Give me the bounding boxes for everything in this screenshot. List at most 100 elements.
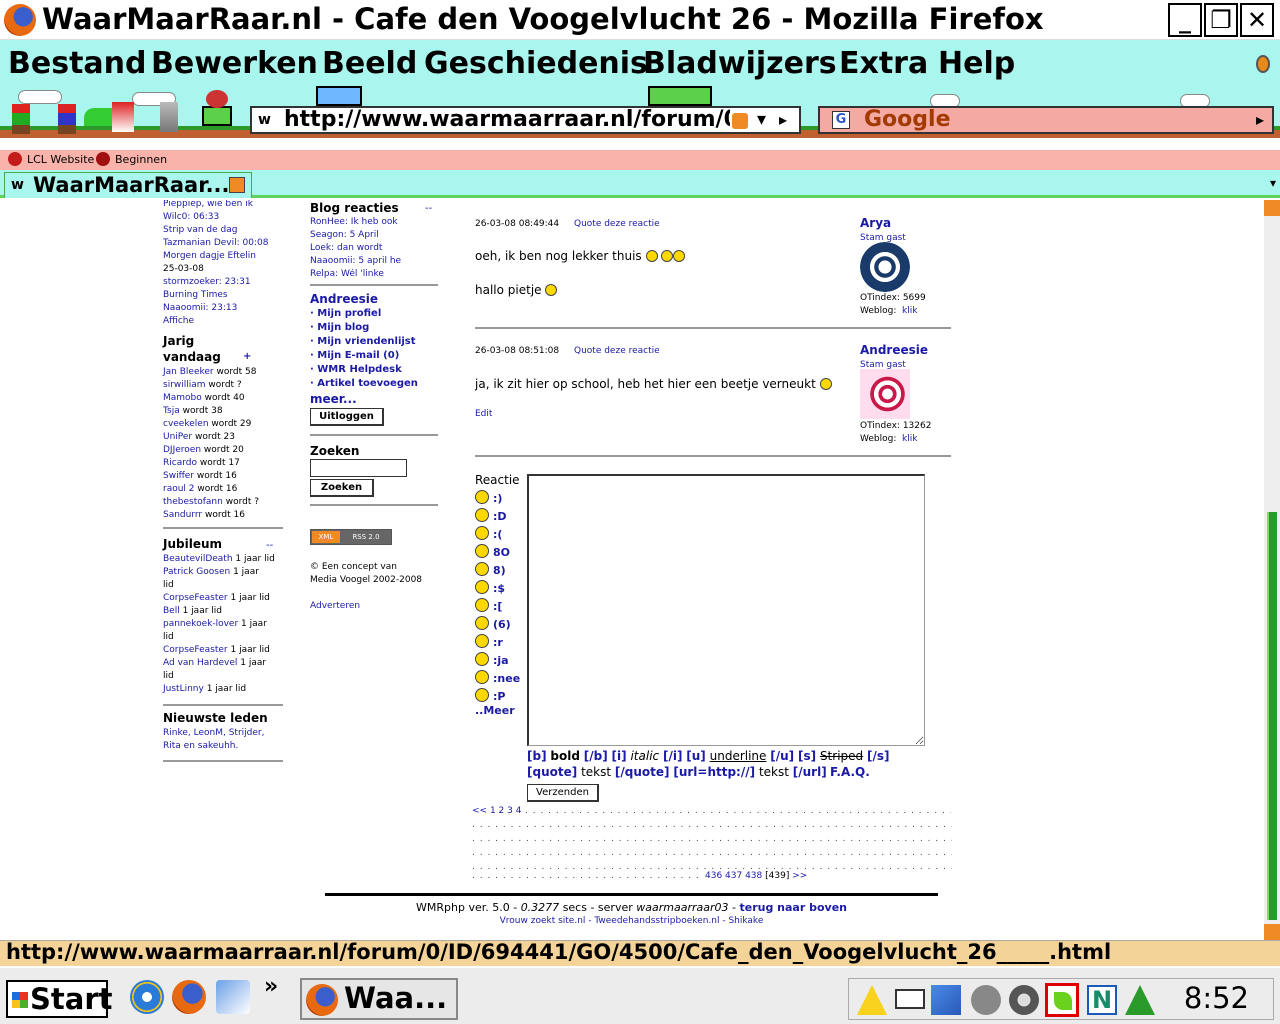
search-engine-input[interactable]: Google [864,107,951,132]
n-app-icon[interactable]: N [1087,985,1117,1015]
birthday-member-link[interactable]: Mamobo [163,393,202,403]
koopa-icon[interactable] [112,102,134,132]
author-avatar[interactable] [860,369,910,419]
recent-topic-line[interactable]: Wilc0: 06:33 [163,211,268,224]
blog-reaction-link[interactable]: Naaoomii: 5 april he [310,255,401,268]
tab-waarmaarraar[interactable]: w WaarMaarRaar.... [4,172,252,198]
birthday-member-link[interactable]: Ricardo [163,458,197,468]
logout-button[interactable]: Uitloggen [310,408,384,426]
user-name-link[interactable]: Andreesie [310,292,378,306]
blog-reaction-link[interactable]: Relpa: Wél 'linke [310,268,401,281]
user-menu-link[interactable]: · Mijn vriendenlijst [310,335,418,349]
user-menu-link[interactable]: · WMR Helpdesk [310,363,418,377]
smiley-option[interactable]: :) [475,490,502,505]
post-author-link[interactable]: Andreesie [860,343,928,357]
birthday-member-link[interactable]: UniPer [163,432,192,442]
scrollbar-thumb[interactable] [1267,512,1277,920]
recent-topic-line[interactable]: Pieppiep, wie ben ik [163,200,268,211]
birthday-member-link[interactable]: Jan Bleeker [163,367,214,377]
search-button[interactable]: Zoeken [310,479,374,497]
author-avatar[interactable] [860,242,910,292]
birthday-member-link[interactable]: cveekelen [163,419,209,429]
send-button[interactable]: Verzenden [527,784,599,802]
weblog-link[interactable]: klik [902,433,917,446]
recent-topic-line[interactable]: stormzoeker: 23:31 [163,276,268,289]
smiley-option[interactable]: 8) [475,562,506,577]
quote-reply-link[interactable]: Quote deze reactie [574,345,660,358]
search-go-icon[interactable]: ▸ [1256,110,1264,129]
menu-bestand[interactable]: Bestand [8,46,147,81]
faq-link[interactable]: F.A.Q. [830,765,870,779]
smiley-option[interactable]: :r [475,634,503,649]
network-icon[interactable] [931,985,961,1015]
go-arrow-icon[interactable]: ▸ [779,110,787,129]
smiley-option[interactable]: :ja [475,652,509,667]
prev-page-link[interactable]: << [472,806,487,816]
rss-badge[interactable]: XML RSS 2.0 [310,529,392,545]
smiley-option[interactable]: :[ [475,598,502,613]
more-link[interactable]: meer... [310,392,357,406]
menu-bewerken[interactable]: Bewerken [151,46,318,81]
menu-geschiedenis[interactable]: Geschiedenis [424,46,648,81]
footer-partner-links[interactable]: Vrouw zoekt site.nl - Tweedehandsstripbo… [325,916,938,926]
quote-reply-link[interactable]: Quote deze reactie [574,218,660,231]
internet-explorer-icon[interactable] [130,980,164,1014]
scroll-up-button[interactable] [1264,200,1280,216]
reply-textarea[interactable] [527,474,925,746]
birthday-member-link[interactable]: Tsja [163,406,180,416]
user-menu-link[interactable]: · Mijn blog [310,321,418,335]
birthday-member-link[interactable]: Sandurrr [163,510,202,520]
smiley-option[interactable]: 8O [475,544,510,559]
edit-post-link[interactable]: Edit [475,408,492,421]
start-button[interactable]: Start [6,980,112,1018]
menu-help[interactable]: Help [938,46,1015,81]
close-button[interactable]: ✕ [1240,3,1274,37]
site-search-input[interactable] [310,459,407,477]
birthday-member-link[interactable]: thebestofann [163,497,223,507]
scroll-down-button[interactable] [1264,924,1280,940]
newest-members-line[interactable]: Rita en sakeuhh. [163,740,238,753]
birthday-member-link[interactable]: raoul 2 [163,484,195,494]
back-to-top-link[interactable]: terug naar boven [739,901,847,914]
firefox-quicklaunch-icon[interactable] [172,980,206,1014]
jubileum-member-link[interactable]: Ad van Hardevel [163,658,237,668]
mail-icon[interactable] [895,989,925,1009]
jubileum-member-link[interactable]: Patrick Goosen [163,567,230,577]
settings-gear-icon[interactable] [971,985,1001,1015]
birthday-expand-link[interactable]: + [243,351,251,362]
tree-app-icon[interactable] [1125,985,1155,1015]
last-pages-links[interactable]: 436 437 438 [705,871,762,881]
first-pages-links[interactable]: 1 2 3 4 [490,806,522,816]
bookmark-beginnen[interactable]: Beginnen [115,153,167,166]
reload-icon[interactable] [160,102,178,132]
disk-icon[interactable] [1009,985,1039,1015]
jubileum-member-link[interactable]: BeautevilDeath [163,554,233,564]
blog-reaction-link[interactable]: Seagon: 5 April [310,229,401,242]
menu-bladwijzers[interactable]: Bladwijzers [643,46,837,81]
smiley-option[interactable]: :P [475,688,505,703]
tab-close-icon[interactable] [229,177,245,193]
recent-topic-line[interactable]: Tazmanian Devil: 00:08 [163,237,268,250]
blog-reaction-link[interactable]: Loek: dan wordt [310,242,401,255]
url-bar[interactable]: w http://www.waarmaarraar.nl/forum/0/ID/… [250,106,801,134]
next-page-link[interactable]: >> [792,871,807,881]
menu-beeld[interactable]: Beeld [322,46,417,81]
jubileum-member-link[interactable]: CorpseFeaster [163,593,228,603]
user-menu-link[interactable]: · Artikel toevoegen [310,377,418,391]
mario-icon[interactable] [58,104,76,134]
jubileum-member-link[interactable]: Bell [163,606,180,616]
jubileum-member-link[interactable]: JustLinny [163,684,204,694]
search-bar[interactable]: G Google ▸ [818,106,1274,134]
smiley-option[interactable]: :( [475,526,502,541]
google-icon[interactable]: G [832,111,850,129]
recent-topic-line[interactable]: 25-03-08 [163,263,268,276]
luigi-icon[interactable] [12,104,30,134]
taskbar-firefox-window[interactable]: Waa... [300,978,458,1020]
smiley-option[interactable]: (6) [475,616,511,631]
birthday-member-link[interactable]: Swiffer [163,471,194,481]
show-desktop-icon[interactable] [216,980,250,1014]
jubileum-member-link[interactable]: CorpseFeaster [163,645,228,655]
advertise-link[interactable]: Adverteren [310,600,360,613]
recent-topic-line[interactable]: Morgen dagje Eftelin [163,250,268,263]
post-author-link[interactable]: Arya [860,216,891,230]
